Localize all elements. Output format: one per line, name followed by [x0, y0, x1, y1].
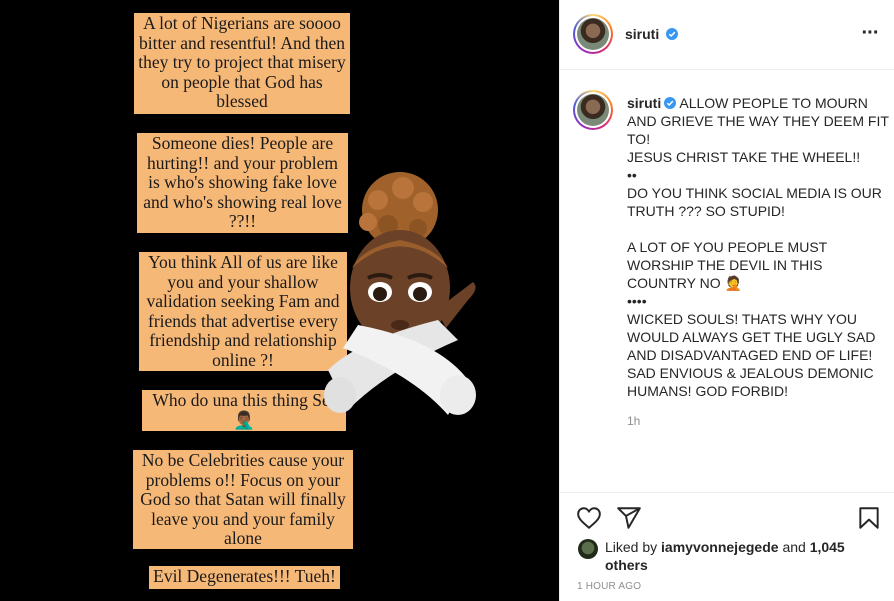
image-note-5: No be Celebrities cause your problems o!…: [133, 450, 353, 549]
caption-timestamp[interactable]: 1h: [627, 414, 640, 428]
likes-summary: Liked by iamyvonnejegede and 1,045 other…: [578, 538, 878, 578]
verified-badge-icon: [666, 28, 679, 40]
post-image[interactable]: A lot of Nigerians are soooo bitter and …: [0, 0, 559, 601]
image-note-3: You think All of us are like you and you…: [139, 252, 347, 371]
author-username-text[interactable]: siruti: [625, 26, 659, 42]
post-sidebar: siruti ··· siruti ALLOW PEOPLE TO MOURN …: [559, 0, 894, 601]
author-username[interactable]: siruti: [625, 26, 679, 42]
liked-by-prefix: Liked by: [605, 539, 658, 555]
likes-text: Liked by iamyvonnejegede and 1,045 other…: [605, 538, 865, 574]
caption-username[interactable]: siruti: [627, 95, 661, 111]
caption-body: JESUS CHRIST TAKE THE WHEEL!! •• DO YOU …: [627, 149, 882, 399]
memoji-illustration: [324, 172, 476, 415]
caption-verified-badge-icon: [664, 97, 677, 109]
post-actions: [560, 492, 894, 542]
post-timestamp[interactable]: 1 HOUR AGO: [577, 581, 641, 592]
liker-avatar[interactable]: [578, 539, 598, 559]
post-header: siruti ···: [560, 0, 894, 70]
paper-plane-icon[interactable]: [616, 505, 642, 531]
heart-icon[interactable]: [576, 505, 602, 531]
image-note-6: Evil Degenerates!!! Tueh!: [149, 566, 340, 589]
image-note-4: Who do una this thing Sef 🤦🏾‍♂️: [142, 390, 346, 431]
more-options-icon[interactable]: ···: [858, 23, 882, 46]
caption-author-avatar[interactable]: [573, 90, 613, 130]
image-note-1: A lot of Nigerians are soooo bitter and …: [134, 13, 350, 114]
author-avatar[interactable]: [573, 14, 613, 54]
liked-by-and: and: [782, 539, 806, 555]
image-note-2: Someone dies! People are hurting!! and y…: [137, 133, 348, 233]
liked-by-user[interactable]: iamyvonnejegede: [661, 539, 779, 555]
post-caption: siruti ALLOW PEOPLE TO MOURN AND GRIEVE …: [627, 94, 889, 400]
bookmark-icon[interactable]: [856, 505, 882, 531]
